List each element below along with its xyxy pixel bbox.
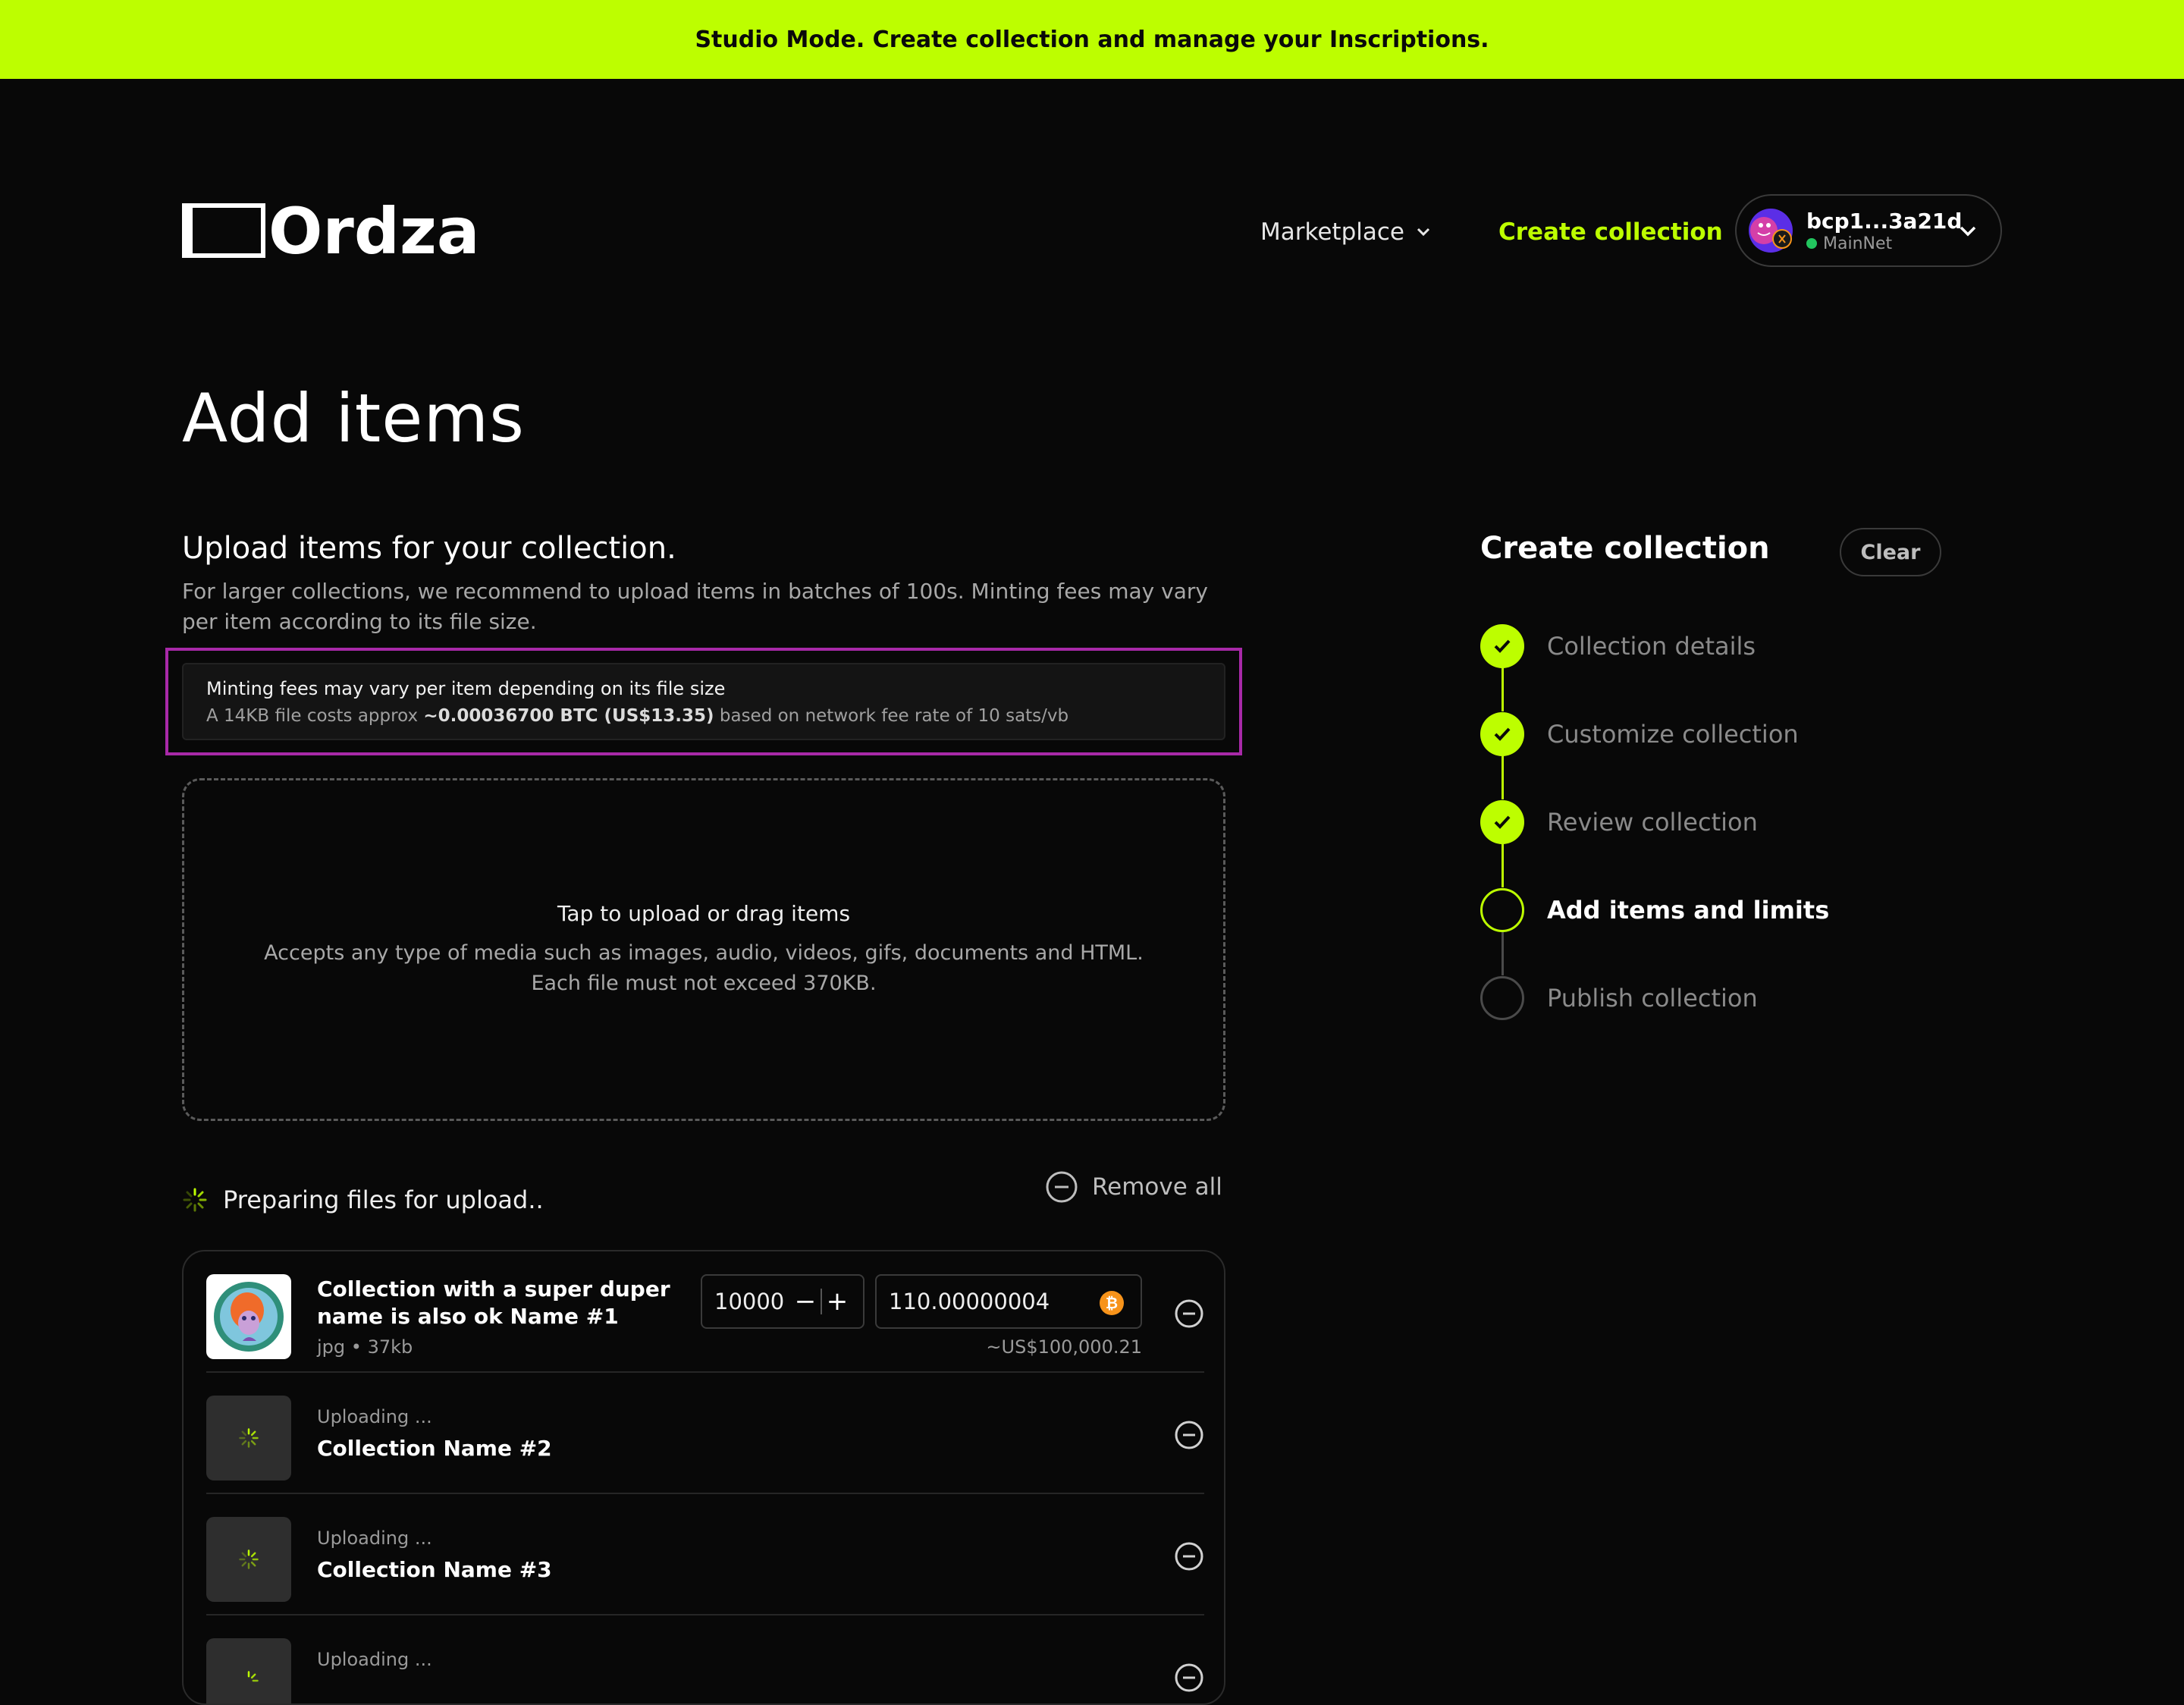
item-file-type: jpg — [317, 1336, 346, 1358]
increment-button[interactable]: + — [822, 1286, 852, 1317]
fee-prefix: A 14KB file costs approx — [206, 706, 424, 726]
step-collection-details[interactable]: Collection details — [1480, 623, 1756, 669]
remove-item-icon[interactable] — [1174, 1298, 1204, 1329]
wallet-avatar-icon — [1749, 209, 1793, 253]
clear-button[interactable]: Clear — [1840, 528, 1941, 576]
create-collection-link[interactable]: Create collection — [1498, 215, 1723, 249]
create-collection-label: Create collection — [1498, 218, 1723, 246]
step-connector — [1502, 755, 1504, 799]
dropzone-title: Tap to upload or drag items — [557, 900, 851, 926]
check-icon — [1480, 800, 1524, 844]
step-connector — [1502, 931, 1504, 975]
step-label: Review collection — [1547, 808, 1758, 837]
stepper-title: Create collection — [1480, 531, 1770, 566]
upload-items-list: Collection with a super duper name is al… — [182, 1250, 1225, 1705]
item-artwork-image — [214, 1282, 284, 1352]
marketplace-label: Marketplace — [1260, 218, 1404, 246]
upload-status: Preparing files for upload.. — [182, 1182, 544, 1218]
banner-text: Studio Mode. Create collection and manag… — [695, 26, 1489, 53]
wallet-button[interactable]: bcp1...3a21d MainNet — [1735, 194, 2002, 267]
chevron-down-icon — [1960, 226, 1976, 237]
spinner-icon — [183, 1188, 207, 1212]
item-thumbnail-placeholder — [206, 1638, 291, 1703]
wallet-address: bcp1...3a21d — [1806, 208, 1963, 234]
step-review-collection[interactable]: Review collection — [1480, 799, 1758, 845]
chevron-down-icon — [1417, 228, 1430, 237]
remove-all-button[interactable]: Remove all — [1045, 1168, 1222, 1206]
wallet-info: bcp1...3a21d MainNet — [1806, 209, 1962, 253]
step-add-items[interactable]: Add items and limits — [1480, 887, 1829, 933]
fee-amount: ~0.00036700 BTC (US$13.35) — [423, 706, 714, 726]
price-value[interactable]: 110.00000004 — [889, 1289, 1050, 1314]
minting-fee-notice: Minting fees may vary per item depending… — [182, 663, 1225, 740]
list-item: Uploading ... Collection Name #2 — [206, 1373, 1204, 1494]
item-upload-status: Uploading ... — [317, 1528, 432, 1549]
upload-dropzone[interactable]: Tap to upload or drag items Accepts any … — [182, 778, 1225, 1121]
logo-wordmark: Ordzaar — [268, 203, 478, 258]
bitcoin-icon: ₿ — [1100, 1291, 1124, 1315]
check-icon — [1480, 712, 1524, 756]
item-name: Collection Name #2 — [317, 1436, 552, 1461]
online-dot-icon — [1806, 238, 1817, 249]
remove-item-icon[interactable] — [1174, 1420, 1204, 1450]
upload-status-text: Preparing files for upload.. — [223, 1185, 544, 1214]
list-item: Uploading ... Collection Name #3 — [206, 1494, 1204, 1616]
item-name-line1: Collection with a super duper — [317, 1276, 670, 1302]
item-upload-status: Uploading ... — [317, 1406, 432, 1427]
upload-section-description: For larger collections, we recommend to … — [182, 579, 1208, 634]
quantity-value[interactable]: 10000 — [714, 1289, 790, 1314]
studio-mode-banner: Studio Mode. Create collection and manag… — [0, 0, 2184, 79]
upload-section-title: Upload items for your collection. — [182, 531, 676, 566]
item-name-line2: name is also ok Name #1 — [317, 1304, 619, 1329]
item-thumbnail — [206, 1274, 291, 1359]
list-item: Collection with a super duper name is al… — [206, 1251, 1204, 1373]
marketplace-menu[interactable]: Marketplace — [1260, 215, 1432, 249]
step-customize-collection[interactable]: Customize collection — [1480, 711, 1799, 757]
step-label: Publish collection — [1547, 984, 1758, 1013]
step-label: Add items and limits — [1547, 896, 1830, 925]
spinner-icon — [247, 1671, 259, 1682]
step-label: Customize collection — [1547, 720, 1799, 749]
current-step-indicator — [1480, 888, 1524, 932]
price-usd-estimate: ~US$100,000.21 — [986, 1336, 1142, 1358]
wallet-network: MainNet — [1806, 234, 1962, 253]
item-file-size: 37kb — [367, 1336, 413, 1358]
decrement-button[interactable]: − — [790, 1286, 821, 1317]
remove-item-icon[interactable] — [1174, 1663, 1204, 1693]
step-label: Collection details — [1547, 632, 1756, 661]
item-upload-status: Uploading ... — [317, 1649, 432, 1670]
page-title: Add items — [182, 379, 526, 457]
item-thumbnail-placeholder — [206, 1396, 291, 1480]
dropzone-description: Accepts any type of media such as images… — [264, 938, 1144, 999]
remove-all-label: Remove all — [1092, 1173, 1222, 1201]
item-meta: jpg • 37kb — [317, 1336, 413, 1358]
dropzone-desc-line1: Accepts any type of media such as images… — [264, 940, 1144, 965]
meta-separator: • — [350, 1336, 368, 1358]
fee-suffix: based on network fee rate of 10 sats/vb — [714, 706, 1069, 726]
step-connector — [1502, 667, 1504, 711]
check-icon — [1480, 624, 1524, 668]
remove-item-icon[interactable] — [1174, 1541, 1204, 1572]
spinner-icon — [239, 1550, 259, 1569]
quantity-stepper[interactable]: 10000 − + — [701, 1274, 864, 1329]
remove-circle-icon — [1046, 1171, 1078, 1203]
spinner-icon — [239, 1428, 259, 1448]
step-publish-collection[interactable]: Publish collection — [1480, 975, 1758, 1021]
ordzaar-logo[interactable]: Ordzaar — [182, 203, 478, 258]
item-thumbnail-placeholder — [206, 1517, 291, 1602]
item-name: Collection Name #3 — [317, 1557, 552, 1582]
price-input[interactable]: 110.00000004 ₿ — [875, 1274, 1142, 1329]
fee-notice-detail: A 14KB file costs approx ~0.00036700 BTC… — [206, 702, 1201, 730]
step-connector — [1502, 843, 1504, 887]
pending-step-indicator — [1480, 976, 1524, 1020]
network-label: MainNet — [1823, 234, 1893, 253]
dropzone-desc-line2: Each file must not exceed 370KB. — [531, 971, 877, 995]
item-name: Collection with a super duper name is al… — [317, 1276, 670, 1330]
list-item: Uploading ... — [206, 1616, 1204, 1703]
fee-notice-title: Minting fees may vary per item depending… — [206, 678, 726, 699]
